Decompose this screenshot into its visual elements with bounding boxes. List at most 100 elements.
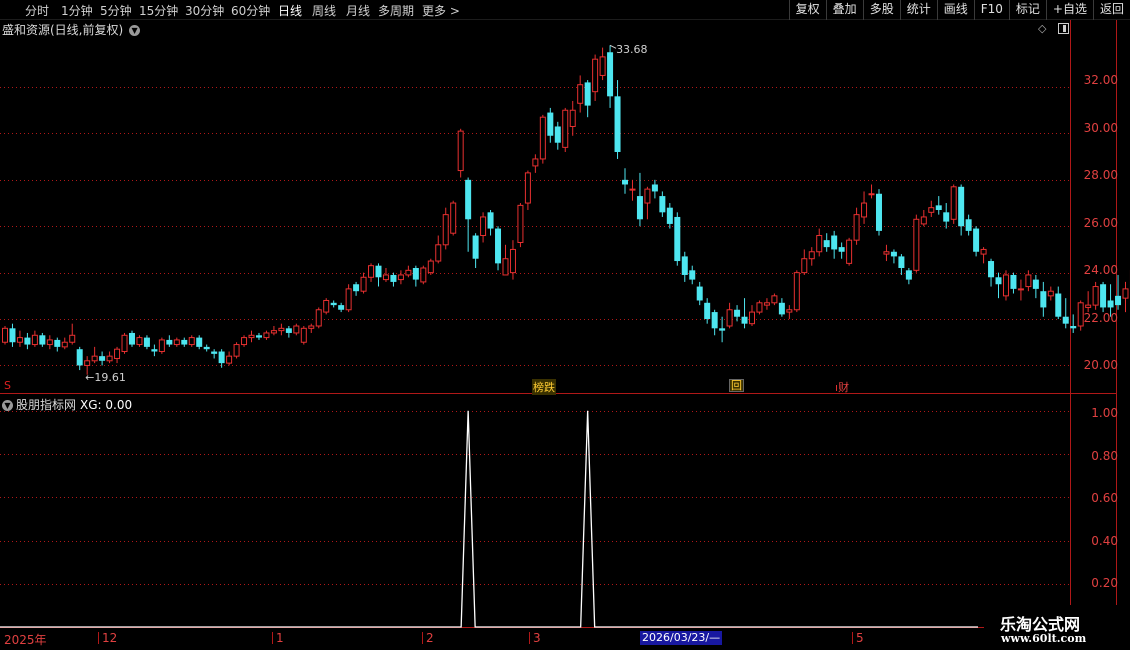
caiwu-tag[interactable]: ı财 [835, 379, 849, 395]
candle [592, 54, 599, 101]
candle-body [196, 337, 203, 347]
candle [674, 212, 681, 266]
candle-body [539, 116, 546, 160]
y-tick-label: 30.00 [1083, 121, 1118, 135]
candle-body [614, 96, 621, 152]
candle [771, 293, 778, 306]
indicator-title[interactable]: ▼ 股朋指标网 XG: 0.00 [2, 396, 132, 413]
candle [368, 263, 375, 282]
candle [1070, 314, 1077, 333]
candle-body [166, 339, 173, 345]
candle-body [158, 339, 165, 353]
candle-body [1047, 290, 1054, 297]
candle [823, 233, 830, 252]
candle-body [853, 214, 860, 241]
candle-body [91, 355, 98, 362]
date-axis: 2025年 12 1 2 3 2026/03/23/— 5 [0, 630, 1130, 650]
candle [950, 184, 957, 224]
candle [539, 114, 546, 164]
candle-body [883, 251, 890, 255]
candle-body [838, 247, 845, 252]
candle-body [607, 52, 614, 97]
candle [704, 298, 711, 324]
candle-body [375, 265, 382, 278]
candle [659, 191, 666, 217]
candle-body [913, 218, 920, 271]
candle [39, 332, 46, 347]
candle-body [412, 268, 419, 280]
candle-body [16, 337, 23, 343]
candle [255, 332, 262, 340]
candle-body [502, 258, 509, 276]
candle-body [726, 309, 733, 327]
candle [995, 272, 1002, 299]
candle [1040, 281, 1047, 317]
hui-tag[interactable]: 回 [729, 379, 744, 392]
candlestick-series [2, 45, 1130, 375]
candle-body [532, 158, 539, 167]
candle-body [786, 309, 793, 313]
candle-body [861, 202, 868, 218]
candle [599, 47, 606, 81]
candle [420, 265, 427, 285]
candle-body [1092, 286, 1099, 306]
candle [883, 244, 890, 262]
candle-body [390, 274, 397, 282]
candle [935, 196, 942, 215]
candle-body [778, 302, 785, 315]
candle-body [1070, 326, 1077, 329]
indicator-name: 股朋指标网 [16, 398, 77, 412]
indicator-gridlines [0, 411, 1070, 585]
xg-indicator-line [0, 410, 978, 628]
max-price-value: 33.68 [616, 43, 648, 57]
candle-body [958, 186, 965, 227]
candle-body [1115, 295, 1122, 306]
candle-body [69, 334, 76, 343]
candle-body [1055, 293, 1062, 317]
chevron-down-icon[interactable]: ▼ [2, 400, 13, 411]
caiwu-label: 财 [838, 381, 850, 394]
candle [868, 184, 875, 199]
candle-body [1040, 291, 1047, 308]
y-tick-label: 32.00 [1083, 73, 1118, 87]
candle [397, 270, 404, 285]
candle [427, 258, 434, 275]
candle [353, 281, 360, 296]
candle [808, 247, 815, 266]
candle [158, 337, 165, 354]
kline-chart[interactable] [0, 0, 1130, 650]
candle [151, 344, 158, 357]
price-gridlines [0, 87, 1070, 366]
candle [69, 323, 76, 345]
candle [76, 346, 83, 371]
candle-body [801, 258, 808, 274]
candle [846, 237, 853, 266]
candle-body [353, 284, 360, 292]
candle [1047, 286, 1054, 301]
candle-body [928, 207, 935, 213]
candle [143, 335, 150, 350]
candle-body [1032, 279, 1039, 289]
candle [293, 323, 300, 336]
s-marker[interactable]: S [4, 379, 11, 392]
candle-body [84, 360, 91, 366]
candle [734, 305, 741, 322]
candle-body [128, 332, 135, 345]
candle [128, 330, 135, 347]
candle [973, 226, 980, 257]
candle [681, 251, 688, 282]
candle-body [2, 327, 8, 343]
candle-body [771, 295, 778, 304]
candle [91, 346, 98, 364]
candle-body [1017, 288, 1024, 291]
candle-body [943, 212, 950, 222]
candle-body [285, 328, 292, 333]
candle-body [121, 334, 128, 353]
candle-body [420, 267, 427, 283]
candle-body [719, 328, 726, 331]
bangdie-tag[interactable]: 榜跌 [532, 379, 556, 395]
candle-body [980, 248, 987, 255]
candle-body [808, 251, 815, 260]
candle [1032, 274, 1039, 299]
candle-body [890, 251, 897, 257]
